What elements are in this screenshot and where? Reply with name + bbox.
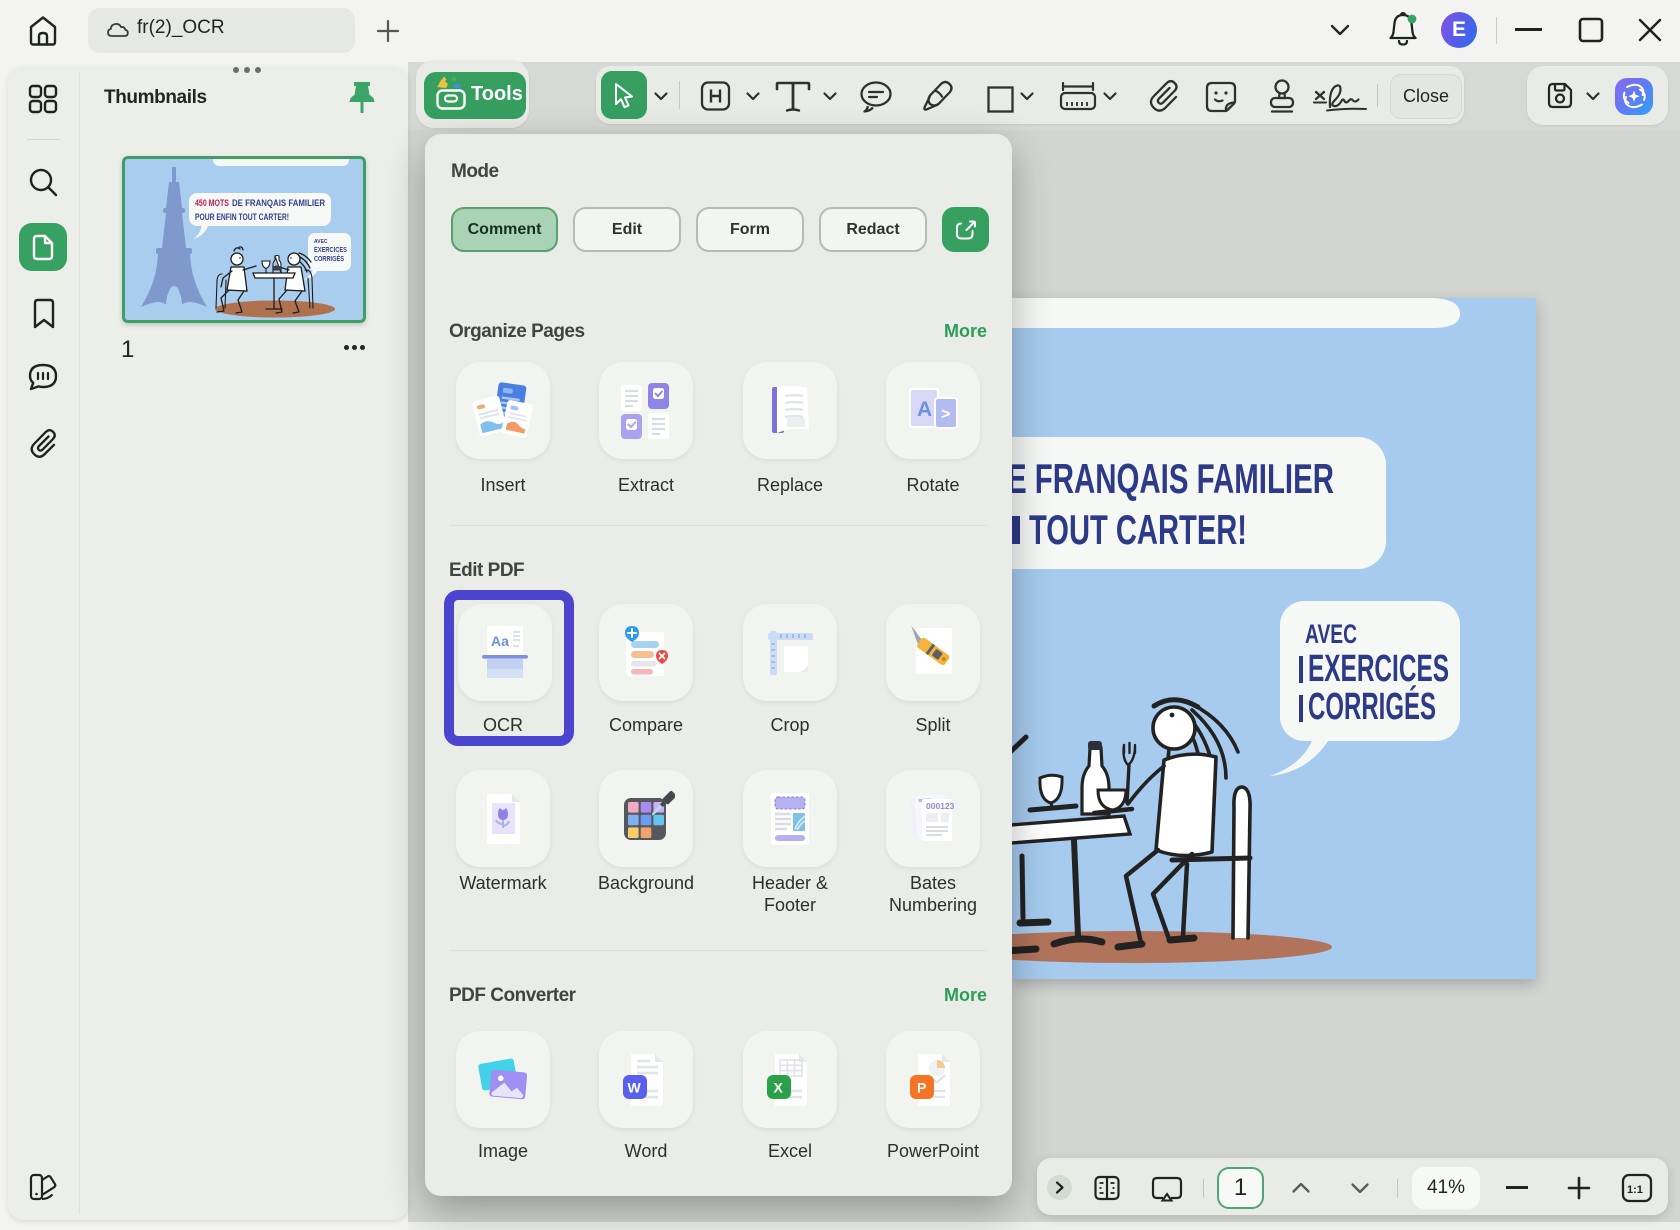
svg-text:>: >: [941, 406, 950, 423]
svg-text:450 MOTS: 450 MOTS: [195, 198, 229, 209]
svg-text:AVEC: AVEC: [1305, 619, 1357, 649]
svg-text:A: A: [917, 398, 932, 421]
svg-text:P: P: [917, 1079, 926, 1095]
svg-text:1:1: 1:1: [1627, 1184, 1643, 1196]
svg-text:CORRIGÉS: CORRIGÉS: [1308, 684, 1436, 728]
svg-text:Aa: Aa: [491, 633, 509, 649]
svg-text:X: X: [774, 1079, 784, 1095]
svg-text:E FRANQAIS FAMILIER: E FRANQAIS FAMILIER: [1012, 455, 1334, 502]
svg-text:CORRIGÉS: CORRIGÉS: [314, 254, 344, 263]
svg-text:TOUT CARTER!: TOUT CARTER!: [1029, 506, 1247, 553]
svg-text:W: W: [628, 1079, 642, 1095]
svg-text:DE FRANQAIS FAMILIER: DE FRANQAIS FAMILIER: [232, 198, 325, 209]
svg-text:EXERCICES: EXERCICES: [314, 245, 347, 254]
svg-text:EXERCICES: EXERCICES: [1308, 648, 1449, 690]
svg-text:000123: 000123: [926, 801, 955, 811]
svg-text:POUR ENFIN TOUT CARTER!: POUR ENFIN TOUT CARTER!: [195, 212, 289, 223]
